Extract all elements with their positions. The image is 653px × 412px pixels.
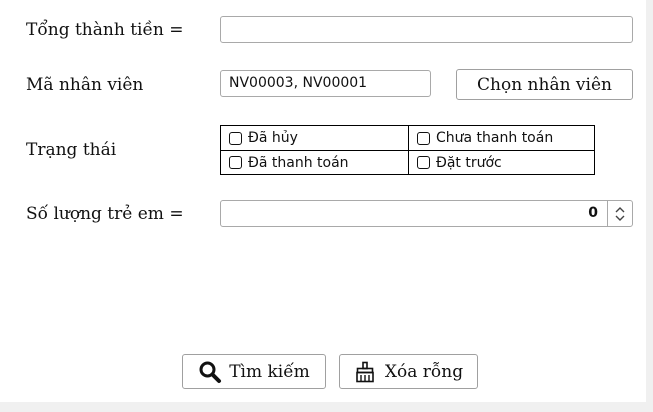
status-option-label: Đặt trước <box>436 154 502 171</box>
checkbox-icon[interactable] <box>229 156 242 169</box>
status-label: Trạng thái <box>26 140 117 160</box>
status-option-paid[interactable]: Đã thanh toán <box>221 150 408 174</box>
spinner-arrows-icon[interactable] <box>607 201 632 226</box>
choose-employee-button[interactable]: Chọn nhân viên <box>456 69 633 100</box>
status-option-label: Chưa thanh toán <box>436 130 554 146</box>
status-option-label: Đã thanh toán <box>248 154 349 171</box>
status-option-reserved[interactable]: Đặt trước <box>408 150 594 174</box>
checkbox-icon[interactable] <box>229 131 242 145</box>
employee-id-value: NV00003, NV00001 <box>229 75 368 91</box>
children-count-value: 0 <box>588 205 598 221</box>
total-amount-label: Tổng thành tiền = <box>26 20 184 40</box>
status-option-label: Đã hủy <box>248 130 298 146</box>
checkbox-icon[interactable] <box>417 156 430 169</box>
search-button-label: Tìm kiếm <box>229 361 310 382</box>
status-options-grid: Đã hủy Chưa thanh toán Đã thanh toán Đặt… <box>220 125 595 175</box>
status-option-cancelled[interactable]: Đã hủy <box>221 126 408 150</box>
children-count-label: Số lượng trẻ em = <box>26 204 184 224</box>
clear-button-label: Xóa rỗng <box>384 361 464 382</box>
broom-icon <box>354 361 376 383</box>
employee-id-label: Mã nhân viên <box>26 75 144 95</box>
status-option-unpaid[interactable]: Chưa thanh toán <box>408 126 594 150</box>
children-count-spinner[interactable]: 0 <box>220 200 633 227</box>
employee-id-input[interactable]: NV00003, NV00001 <box>220 70 431 97</box>
total-amount-input[interactable] <box>220 16 633 43</box>
clear-button[interactable]: Xóa rỗng <box>339 354 478 389</box>
filter-panel: Tổng thành tiền = Mã nhân viên NV00003, … <box>0 0 646 402</box>
search-icon <box>198 360 222 384</box>
checkbox-icon[interactable] <box>417 131 430 145</box>
search-button[interactable]: Tìm kiếm <box>182 354 326 389</box>
